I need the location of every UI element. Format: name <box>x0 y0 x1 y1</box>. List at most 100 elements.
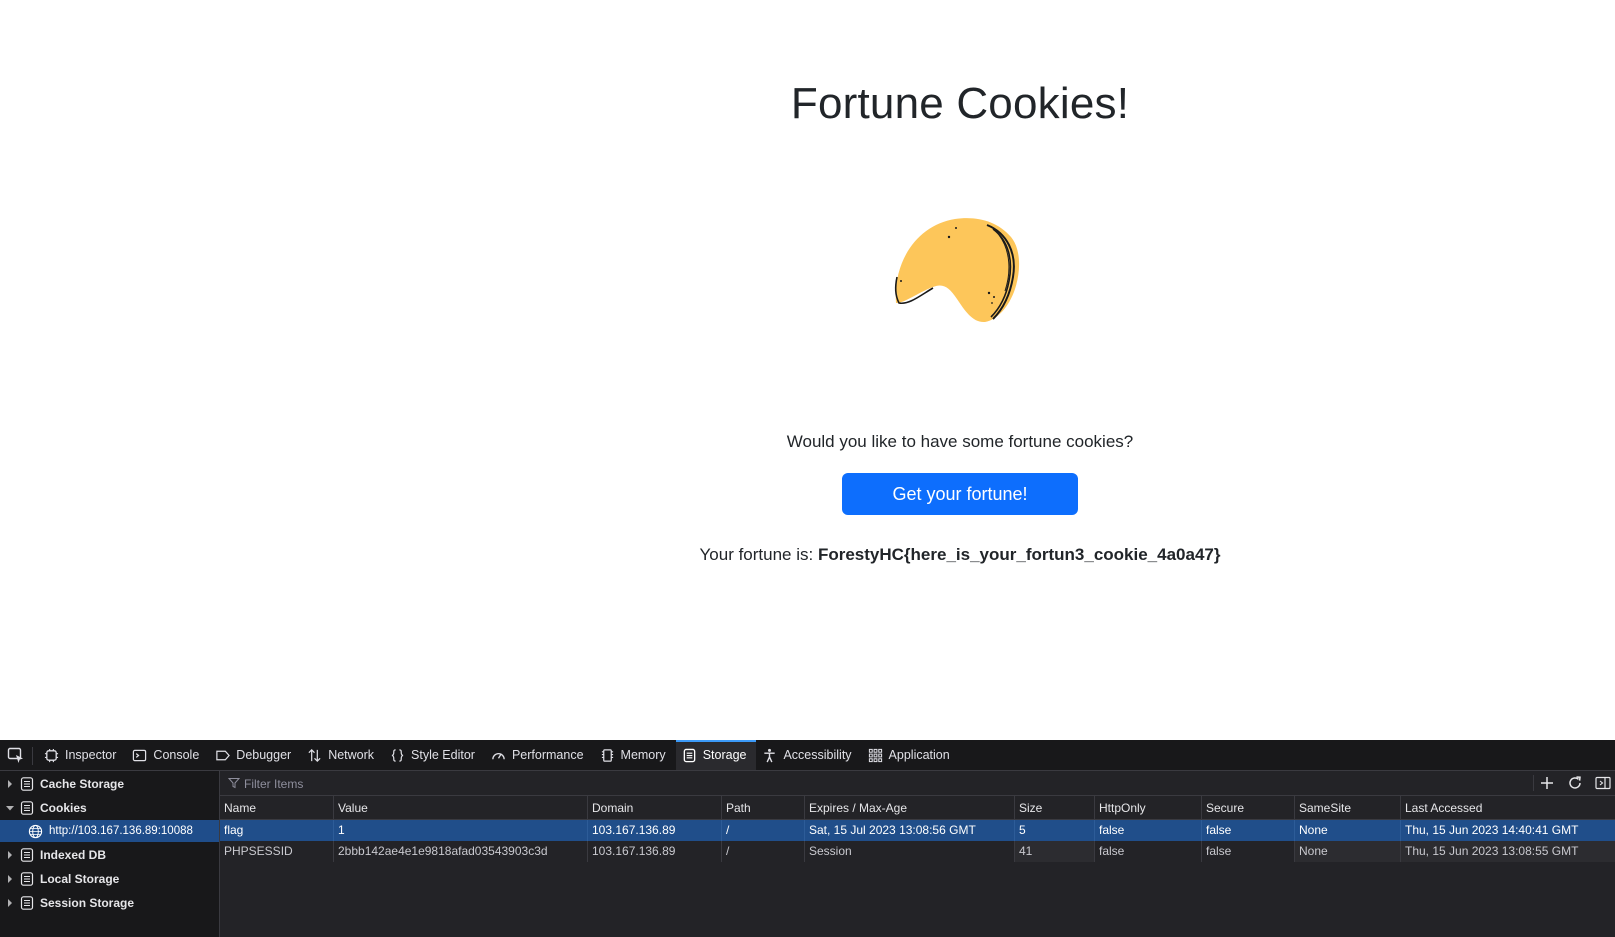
column-header-size[interactable]: Size <box>1015 796 1095 819</box>
table-header: Name Value Domain Path Expires / Max-Age… <box>220 796 1615 820</box>
column-header-name[interactable]: Name <box>220 796 334 819</box>
column-header-path[interactable]: Path <box>722 796 805 819</box>
sidebar-item-label: Local Storage <box>40 872 120 886</box>
storage-sidebar: Cache Storage Cookies http://103.167.136… <box>0 771 220 937</box>
storage-db-icon <box>20 872 34 886</box>
sidebar-item-indexed-db[interactable]: Indexed DB <box>0 844 219 866</box>
get-fortune-button[interactable]: Get your fortune! <box>842 473 1078 515</box>
memory-icon <box>601 748 613 762</box>
globe-icon <box>28 824 43 838</box>
tab-label: Debugger <box>236 748 292 762</box>
devtools-tabs: Inspector Console Debugger Network Style… <box>38 740 960 770</box>
column-header-httponly[interactable]: HttpOnly <box>1095 796 1202 819</box>
cell-value: 2bbb142ae4e1e9818afad03543903c3d <box>334 841 588 862</box>
tab-memory[interactable]: Memory <box>594 740 676 770</box>
column-header-expires[interactable]: Expires / Max-Age <box>805 796 1015 819</box>
cell-name: flag <box>220 820 334 841</box>
tab-label: Accessibility <box>783 748 852 762</box>
filter-bar-separator <box>1533 775 1534 791</box>
table-row[interactable]: flag 1 103.167.136.89 / Sat, 15 Jul 2023… <box>220 820 1615 841</box>
table-row[interactable]: PHPSESSID 2bbb142ae4e1e9818afad03543903c… <box>220 841 1615 862</box>
cell-size: 5 <box>1015 820 1095 841</box>
fortune-question: Would you like to have some fortune cook… <box>786 432 1134 451</box>
chevron-right-icon[interactable] <box>4 849 16 861</box>
storage-icon <box>683 748 695 762</box>
tab-performance[interactable]: Performance <box>485 740 594 770</box>
filter-icon <box>228 778 240 789</box>
web-page: Fortune Cookies! Would you like to have … <box>0 0 1615 740</box>
filter-bar <box>220 771 1615 796</box>
style-editor-icon <box>391 748 404 762</box>
tab-label: Storage <box>702 748 747 762</box>
accessibility-icon <box>764 748 776 762</box>
cell-httponly: false <box>1095 820 1202 841</box>
refresh-icon[interactable] <box>1566 775 1584 791</box>
sidebar-item-local-storage[interactable]: Local Storage <box>0 868 219 890</box>
tab-label: Memory <box>620 748 666 762</box>
sidebar-item-label: Cache Storage <box>40 777 125 791</box>
sidebar-item-label: Session Storage <box>40 896 135 910</box>
chevron-down-icon[interactable] <box>4 802 16 814</box>
tab-inspector[interactable]: Inspector <box>38 740 126 770</box>
storage-db-icon <box>20 848 34 862</box>
chevron-right-icon[interactable] <box>4 873 16 885</box>
column-header-last-accessed[interactable]: Last Accessed <box>1401 796 1615 819</box>
toolbar-separator <box>32 747 33 765</box>
tab-network[interactable]: Network <box>301 740 384 770</box>
sidebar-item-session-storage[interactable]: Session Storage <box>0 892 219 914</box>
sidebar-item-cookies[interactable]: Cookies <box>0 797 219 819</box>
fortune-prefix: Your fortune is: <box>699 545 818 564</box>
tab-label: Network <box>328 748 375 762</box>
toggle-sidebar-icon[interactable] <box>1594 775 1612 791</box>
tab-console[interactable]: Console <box>126 740 209 770</box>
fortune-result: Your fortune is: ForestyHC{here_is_your_… <box>560 545 1360 565</box>
tab-label: Application <box>888 748 950 762</box>
filter-items-input[interactable] <box>242 774 746 794</box>
storage-db-icon <box>20 777 34 791</box>
cell-samesite: None <box>1295 820 1401 841</box>
application-icon <box>868 748 882 762</box>
cell-expires: Session <box>805 841 1015 862</box>
cell-secure: false <box>1202 841 1295 862</box>
devtools-panel: Inspector Console Debugger Network Style… <box>0 740 1615 937</box>
add-item-icon[interactable] <box>1538 775 1556 791</box>
cell-name: PHPSESSID <box>220 841 334 862</box>
tab-debugger[interactable]: Debugger <box>209 740 301 770</box>
column-header-domain[interactable]: Domain <box>588 796 722 819</box>
column-header-value[interactable]: Value <box>334 796 588 819</box>
chevron-right-icon[interactable] <box>4 778 16 790</box>
cell-domain: 103.167.136.89 <box>588 841 722 862</box>
sidebar-item-cookie-host[interactable]: http://103.167.136.89:10088 <box>0 820 219 842</box>
page-title: Fortune Cookies! <box>790 79 1130 129</box>
cell-secure: false <box>1202 820 1295 841</box>
cell-expires: Sat, 15 Jul 2023 13:08:56 GMT <box>805 820 1015 841</box>
sidebar-item-label: Cookies <box>40 801 87 815</box>
chevron-right-icon[interactable] <box>4 897 16 909</box>
cell-path: / <box>722 820 805 841</box>
debugger-icon <box>216 750 231 760</box>
tab-label: Performance <box>511 748 584 762</box>
console-icon <box>133 749 147 761</box>
tab-application[interactable]: Application <box>862 740 960 770</box>
cell-size: 41 <box>1015 841 1095 862</box>
tab-storage[interactable]: Storage <box>675 740 757 770</box>
tab-accessibility[interactable]: Accessibility <box>756 740 861 770</box>
cell-value: 1 <box>334 820 588 841</box>
element-picker-icon[interactable] <box>7 747 25 765</box>
network-icon <box>308 748 321 762</box>
inspector-icon <box>44 748 59 762</box>
fortune-value: ForestyHC{here_is_your_fortun3_cookie_4a… <box>817 545 1221 564</box>
storage-db-icon <box>20 801 34 815</box>
cell-httponly: false <box>1095 841 1202 862</box>
sidebar-item-label: Indexed DB <box>40 848 107 862</box>
cell-path: / <box>722 841 805 862</box>
tab-style-editor[interactable]: Style Editor <box>384 740 485 770</box>
column-header-samesite[interactable]: SameSite <box>1295 796 1401 819</box>
cookie-table-area: Name Value Domain Path Expires / Max-Age… <box>220 771 1615 937</box>
column-header-secure[interactable]: Secure <box>1202 796 1295 819</box>
fortune-cookie-image <box>894 218 1020 323</box>
sidebar-item-cache-storage[interactable]: Cache Storage <box>0 773 219 795</box>
cell-last-accessed: Thu, 15 Jun 2023 13:08:55 GMT <box>1401 841 1615 862</box>
tab-label: Inspector <box>65 748 117 762</box>
tab-label: Console <box>153 748 200 762</box>
